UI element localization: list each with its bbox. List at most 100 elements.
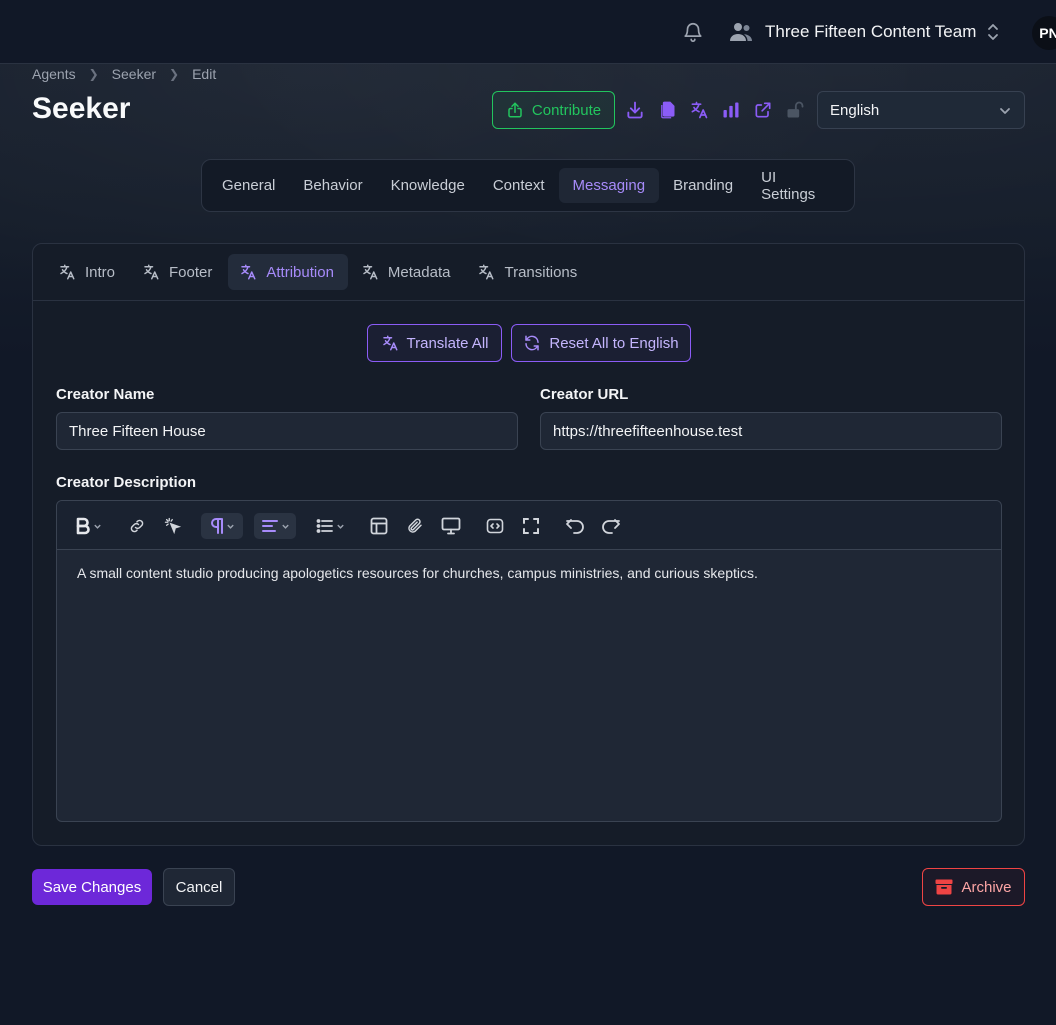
main-tabs: General Behavior Knowledge Context Messa… xyxy=(201,159,855,212)
chevron-down-icon xyxy=(281,524,289,529)
archive-button[interactable]: Archive xyxy=(922,868,1025,906)
external-link-icon[interactable] xyxy=(753,100,773,120)
translate-icon[interactable] xyxy=(689,100,709,120)
subtab-attribution[interactable]: Attribution xyxy=(228,254,348,290)
editor-toolbar xyxy=(57,501,1001,550)
creator-name-input[interactable]: Three Fifteen House xyxy=(56,412,518,450)
creator-description-label: Creator Description xyxy=(56,474,197,491)
analytics-icon[interactable] xyxy=(721,100,741,120)
contribute-button[interactable]: Contribute xyxy=(492,91,615,129)
creator-url-input[interactable]: https://threefifteenhouse.test xyxy=(540,412,1002,450)
duplicate-icon[interactable] xyxy=(657,100,677,120)
bell-icon[interactable] xyxy=(682,21,704,43)
subtab-footer-label: Footer xyxy=(169,263,213,281)
creator-url-label: Creator URL xyxy=(540,386,629,403)
breadcrumb-edit: Edit xyxy=(192,66,217,82)
avatar[interactable]: PN xyxy=(1032,16,1056,50)
unlock-icon[interactable] xyxy=(785,100,805,120)
reset-all-button[interactable]: Reset All to English xyxy=(511,324,691,362)
align-dropdown[interactable] xyxy=(254,513,296,539)
list-icon xyxy=(316,519,333,533)
bold-dropdown[interactable] xyxy=(71,513,105,539)
table-button[interactable] xyxy=(368,513,390,539)
code-view-button[interactable] xyxy=(484,513,506,539)
chevron-down-icon xyxy=(93,524,101,529)
link-button[interactable] xyxy=(126,513,148,539)
tab-general[interactable]: General xyxy=(208,168,289,203)
creator-description-text[interactable]: A small content studio producing apologe… xyxy=(77,565,758,581)
chevron-right-icon: ❯ xyxy=(169,67,180,81)
subtab-metadata-label: Metadata xyxy=(387,263,451,281)
subtab-metadata[interactable]: Metadata xyxy=(350,254,465,290)
tab-messaging[interactable]: Messaging xyxy=(558,168,660,203)
subtab-attribution-label: Attribution xyxy=(266,263,334,281)
paperclip-icon xyxy=(408,518,422,533)
translate-icon xyxy=(60,264,75,280)
save-changes-button[interactable]: Save Changes xyxy=(32,869,152,905)
tab-context[interactable]: Context xyxy=(479,168,559,203)
rich-text-editor[interactable]: A small content studio producing apologe… xyxy=(56,500,1002,822)
translate-icon xyxy=(479,264,494,280)
breadcrumb-agents[interactable]: Agents xyxy=(32,66,76,82)
breadcrumb-seeker[interactable]: Seeker xyxy=(112,66,156,82)
redo-button[interactable] xyxy=(600,513,622,539)
tab-behavior[interactable]: Behavior xyxy=(289,168,376,203)
embed-button[interactable] xyxy=(440,513,462,539)
page-content: Agents ❯ Seeker ❯ Edit Seeker Contribute… xyxy=(0,0,1056,1025)
cursor-click-icon xyxy=(164,517,182,535)
refresh-icon xyxy=(525,335,540,351)
fullscreen-icon xyxy=(523,518,539,534)
click-action-button[interactable] xyxy=(162,513,184,539)
team-switcher-label[interactable]: Three Fifteen Content Team xyxy=(765,22,976,42)
team-icon xyxy=(730,23,752,41)
fullscreen-button[interactable] xyxy=(520,513,542,539)
tab-branding[interactable]: Branding xyxy=(659,168,747,203)
share-upload-icon xyxy=(508,102,522,118)
translate-icon xyxy=(382,335,397,351)
subtab-intro[interactable]: Intro xyxy=(47,254,129,290)
monitor-icon xyxy=(441,517,461,535)
cancel-button[interactable]: Cancel xyxy=(163,868,235,906)
translate-icon xyxy=(241,264,256,280)
paragraph-dropdown[interactable] xyxy=(201,513,243,539)
translate-icon xyxy=(144,264,159,280)
reset-all-label: Reset All to English xyxy=(549,334,679,352)
language-select[interactable]: English xyxy=(817,91,1025,129)
attachment-button[interactable] xyxy=(404,513,426,539)
list-dropdown[interactable] xyxy=(313,513,347,539)
chevron-down-icon xyxy=(336,524,344,529)
undo-icon xyxy=(566,519,584,534)
language-select-value: English xyxy=(830,101,880,119)
breadcrumb: Agents ❯ Seeker ❯ Edit xyxy=(32,66,216,82)
undo-button[interactable] xyxy=(564,513,586,539)
table-icon xyxy=(370,517,388,535)
download-icon[interactable] xyxy=(625,100,645,120)
code-icon xyxy=(486,518,504,534)
subtab-transitions[interactable]: Transitions xyxy=(466,254,591,290)
subtab-footer[interactable]: Footer xyxy=(131,254,226,290)
tab-ui-settings[interactable]: UI Settings xyxy=(747,160,848,212)
chevron-down-icon xyxy=(226,524,234,529)
top-bar: Three Fifteen Content Team PN xyxy=(0,0,1056,64)
contribute-label: Contribute xyxy=(531,101,602,119)
sub-tabs: Intro Footer Attribution Metadata Transi… xyxy=(33,244,1024,301)
chevron-right-icon: ❯ xyxy=(88,67,99,81)
link-icon xyxy=(130,519,144,533)
redo-icon xyxy=(602,519,620,534)
translate-all-label: Translate All xyxy=(406,334,489,352)
tab-knowledge[interactable]: Knowledge xyxy=(377,168,479,203)
subtab-intro-label: Intro xyxy=(85,263,116,281)
bold-icon xyxy=(76,517,90,535)
chevron-up-down-icon[interactable] xyxy=(986,22,1000,42)
translate-all-button[interactable]: Translate All xyxy=(367,324,502,362)
translate-icon xyxy=(363,264,378,280)
chevron-down-icon xyxy=(1000,108,1010,114)
align-left-icon xyxy=(261,520,278,532)
archive-box-icon xyxy=(935,879,953,895)
messaging-panel: Intro Footer Attribution Metadata Transi… xyxy=(32,243,1025,846)
paragraph-icon xyxy=(210,518,223,534)
page-title: Seeker xyxy=(32,92,131,125)
creator-name-label: Creator Name xyxy=(56,386,155,403)
archive-label: Archive xyxy=(961,878,1012,896)
subtab-transitions-label: Transitions xyxy=(504,263,578,281)
